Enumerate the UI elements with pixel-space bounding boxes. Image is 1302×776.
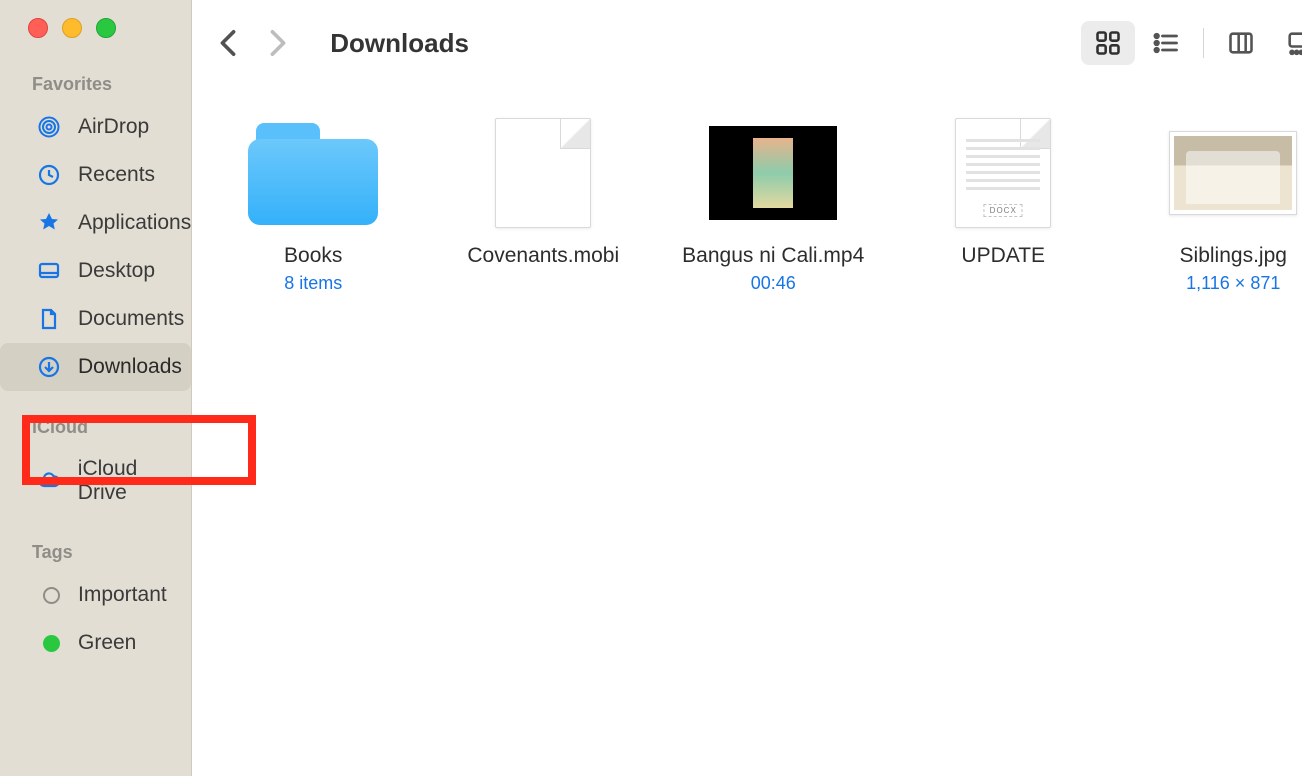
file-item-covenants[interactable]: Covenants.mobi [448, 118, 638, 269]
document-icon [478, 118, 608, 228]
docx-badge: DOCX [984, 204, 1023, 217]
download-icon [36, 354, 62, 380]
toolbar: Downloads [192, 0, 1302, 86]
sidebar-item-airdrop[interactable]: AirDrop [0, 103, 191, 151]
forward-button[interactable] [256, 21, 300, 65]
file-item-update[interactable]: DOCX UPDATE [908, 118, 1098, 269]
sidebar-section-tags: Tags [0, 534, 191, 571]
sidebar-item-documents[interactable]: Documents [0, 295, 191, 343]
sidebar-item-recents[interactable]: Recents [0, 151, 191, 199]
page-title: Downloads [330, 28, 469, 59]
list-view-button[interactable] [1139, 21, 1193, 65]
nav-group [206, 21, 300, 65]
file-name: Books [284, 242, 342, 269]
sidebar-section-favorites: Favorites [0, 66, 191, 103]
sidebar-section-icloud: iCloud [0, 409, 191, 446]
file-item-bangus[interactable]: Bangus ni Cali.mp4 00:46 [678, 118, 868, 294]
main-pane: Downloads [192, 0, 1302, 776]
file-name: Bangus ni Cali.mp4 [682, 242, 864, 269]
file-name: UPDATE [961, 242, 1045, 269]
sidebar-item-tag-green[interactable]: Green [0, 619, 191, 667]
desktop-icon [36, 258, 62, 284]
sidebar-item-label: Important [78, 583, 167, 607]
sidebar-item-label: Desktop [78, 259, 155, 283]
sidebar-item-label: iCloud Drive [78, 457, 191, 505]
file-name: Covenants.mobi [467, 242, 619, 269]
sidebar-item-desktop[interactable]: Desktop [0, 247, 191, 295]
file-subtitle: 8 items [284, 273, 342, 294]
view-switcher [1081, 21, 1302, 65]
cloud-icon [36, 468, 62, 494]
sidebar-item-label: AirDrop [78, 115, 149, 139]
sidebar-item-downloads[interactable]: Downloads [0, 343, 191, 391]
minimize-icon[interactable] [62, 18, 82, 38]
airdrop-icon [36, 114, 62, 140]
close-icon[interactable] [28, 18, 48, 38]
file-subtitle: 1,116 × 871 [1186, 273, 1280, 294]
file-name: Siblings.jpg [1180, 242, 1287, 269]
clock-icon [36, 162, 62, 188]
sidebar-item-label: Downloads [78, 355, 182, 379]
sidebar-item-label: Documents [78, 307, 184, 331]
icon-view-button[interactable] [1081, 21, 1135, 65]
document-icon [36, 306, 62, 332]
tag-green-icon [36, 630, 62, 656]
back-button[interactable] [206, 21, 250, 65]
folder-icon [248, 118, 378, 228]
file-item-books[interactable]: Books 8 items [218, 118, 408, 294]
tag-empty-icon [36, 582, 62, 608]
file-item-siblings[interactable]: Siblings.jpg 1,116 × 871 [1138, 118, 1302, 294]
zoom-icon[interactable] [96, 18, 116, 38]
window-controls [0, 18, 191, 38]
file-subtitle: 00:46 [751, 273, 796, 294]
sidebar-item-label: Recents [78, 163, 155, 187]
toolbar-divider [1203, 28, 1204, 58]
sidebar-item-label: Applications [78, 211, 191, 235]
gallery-view-button[interactable] [1272, 21, 1302, 65]
sidebar: Favorites AirDrop Recents Applications D… [0, 0, 192, 776]
finder-window: Favorites AirDrop Recents Applications D… [0, 0, 1302, 776]
sidebar-item-label: Green [78, 631, 136, 655]
sidebar-item-applications[interactable]: Applications [0, 199, 191, 247]
image-icon [1168, 118, 1298, 228]
sidebar-item-icloud-drive[interactable]: iCloud Drive [0, 446, 191, 516]
docx-icon: DOCX [938, 118, 1068, 228]
file-grid: Books 8 items Covenants.mobi Bangus ni C… [192, 86, 1302, 326]
app-icon [36, 210, 62, 236]
sidebar-item-tag-important[interactable]: Important [0, 571, 191, 619]
video-icon [708, 118, 838, 228]
column-view-button[interactable] [1214, 21, 1268, 65]
